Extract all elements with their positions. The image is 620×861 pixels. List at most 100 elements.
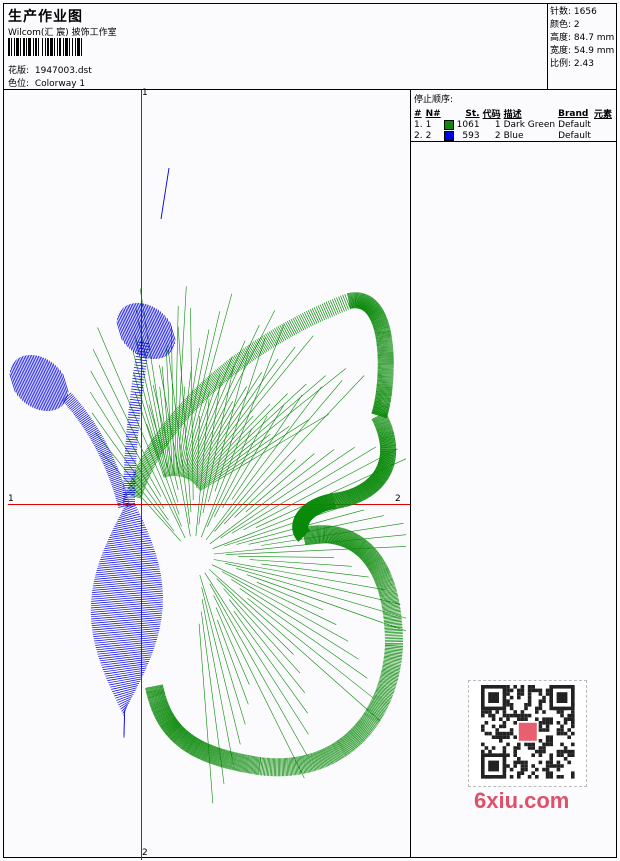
stitch bbox=[377, 372, 394, 375]
legend-brand: Default bbox=[558, 130, 591, 141]
stitch bbox=[125, 438, 138, 441]
stitch bbox=[234, 459, 296, 518]
stitch bbox=[128, 409, 141, 412]
qr-code bbox=[468, 680, 587, 787]
stitch bbox=[126, 431, 139, 434]
color-swatch bbox=[443, 120, 454, 130]
swatch bbox=[443, 120, 457, 131]
legend-caption: 停止顺序: bbox=[414, 95, 454, 105]
legend-stitches: 1061 bbox=[456, 120, 480, 131]
stitch bbox=[31, 354, 49, 412]
stitch bbox=[120, 309, 135, 353]
stitch bbox=[115, 493, 127, 498]
stitch bbox=[157, 309, 172, 353]
stitch bbox=[384, 645, 404, 647]
stitch bbox=[125, 443, 138, 446]
legend-n: 1 bbox=[425, 120, 432, 131]
stitch bbox=[50, 361, 65, 405]
stitch bbox=[139, 302, 158, 360]
legend-code: 2 bbox=[494, 130, 501, 141]
stitch bbox=[249, 559, 352, 567]
stitch bbox=[221, 571, 349, 642]
stitch bbox=[185, 340, 246, 479]
stitch bbox=[384, 634, 403, 637]
stitch bbox=[383, 658, 402, 662]
stitch bbox=[271, 758, 273, 777]
stitch bbox=[124, 457, 137, 460]
height-value: 高度: 84.7 mm bbox=[550, 33, 615, 43]
stitch bbox=[131, 388, 144, 391]
stitch bbox=[377, 369, 394, 372]
stitch bbox=[285, 757, 287, 777]
stitch bbox=[54, 365, 67, 401]
stitch bbox=[272, 758, 274, 777]
color-legend: 停止顺序: # N# St. 代码 描述 Brand 元素 1. 1 1061 1 Da… bbox=[414, 92, 615, 141]
stitch bbox=[377, 353, 394, 355]
stitch bbox=[220, 447, 355, 539]
stitch bbox=[138, 302, 156, 360]
stitch bbox=[106, 467, 119, 473]
stitch bbox=[32, 354, 51, 412]
stitch bbox=[380, 447, 397, 449]
stitch bbox=[43, 357, 59, 409]
stitch bbox=[160, 167, 170, 220]
stitch bbox=[267, 332, 276, 347]
stitch bbox=[318, 525, 320, 544]
legend-table: # N# St. 代码 描述 Brand 元素 1. 1 1061 1 Dark Gre… bbox=[414, 107, 615, 141]
stitch bbox=[384, 646, 403, 649]
stitch bbox=[123, 466, 137, 469]
stitch bbox=[166, 317, 176, 345]
stitch bbox=[107, 469, 119, 475]
embroidery-preview bbox=[9, 167, 406, 804]
stitch bbox=[134, 364, 147, 367]
stitch bbox=[116, 317, 126, 345]
stitch bbox=[127, 424, 140, 427]
stitch bbox=[128, 406, 141, 409]
design-info: 针数: 1656 颜色: 2 高度: 84.7 mm 宽度: 54.9 mm 比… bbox=[550, 6, 614, 71]
stitch bbox=[377, 370, 394, 373]
stitch bbox=[217, 619, 249, 705]
stitch bbox=[384, 633, 403, 635]
stitch bbox=[213, 595, 305, 779]
stitch bbox=[123, 473, 136, 475]
barcode bbox=[8, 38, 142, 56]
stitch bbox=[123, 476, 136, 478]
design-row: 花版: 1947003.dst bbox=[8, 63, 92, 76]
stitch bbox=[128, 411, 141, 414]
stitch bbox=[129, 399, 142, 402]
stitch bbox=[188, 401, 233, 480]
col-element: 元素 bbox=[593, 110, 612, 120]
stitch bbox=[108, 471, 120, 477]
green-thread-stitches bbox=[90, 286, 406, 804]
legend-desc: Blue bbox=[503, 130, 524, 141]
stitch bbox=[281, 758, 283, 777]
stitch bbox=[211, 564, 337, 625]
stitch bbox=[125, 448, 138, 450]
stitch bbox=[124, 455, 137, 457]
stitch bbox=[233, 610, 308, 714]
page-title: 生产作业图 bbox=[8, 9, 83, 25]
color-swatch bbox=[443, 130, 454, 141]
col-code: 代码 bbox=[482, 110, 501, 120]
stitch bbox=[132, 380, 145, 384]
legend-desc: Dark Green bbox=[503, 120, 556, 131]
stitch bbox=[174, 305, 179, 477]
legend-code: 1 bbox=[494, 120, 501, 131]
stitch bbox=[165, 346, 173, 477]
stitch bbox=[132, 351, 167, 478]
stitch bbox=[377, 373, 394, 376]
stitch bbox=[134, 361, 147, 365]
stitch bbox=[166, 419, 179, 431]
stitch bbox=[384, 636, 403, 638]
legend-index: 1. bbox=[414, 120, 423, 131]
stitch bbox=[11, 365, 24, 401]
stitch bbox=[126, 433, 139, 436]
stitch bbox=[133, 371, 166, 478]
stitch bbox=[268, 331, 278, 346]
legend-row: 1. 1 1061 1 Dark Green Default bbox=[414, 120, 615, 131]
watermark-text: 6xiu.com bbox=[474, 788, 570, 813]
stitch bbox=[248, 515, 384, 545]
stitch bbox=[26, 355, 44, 411]
stitch bbox=[59, 369, 69, 397]
stitch bbox=[123, 469, 136, 471]
